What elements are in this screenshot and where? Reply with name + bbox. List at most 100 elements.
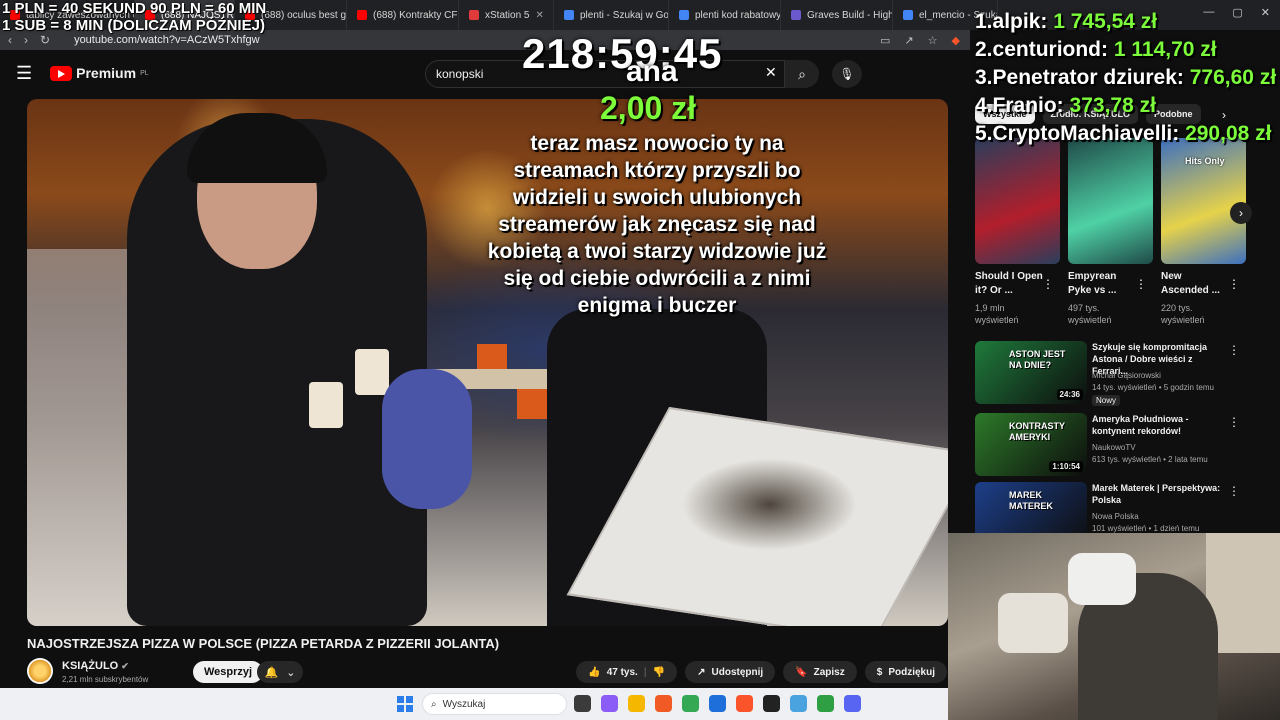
channel-name[interactable]: NaukowoTV xyxy=(1092,443,1136,452)
donor-amount: 290,08 zł xyxy=(1185,122,1272,145)
video-thumbnail[interactable]: KONTRASTY AMERYKI 1:10:54 xyxy=(975,413,1087,476)
top-donor-row: 2.centuriond: 1 114,70 zł xyxy=(975,36,1276,64)
search-button[interactable]: ⌕ xyxy=(785,60,819,88)
donor-rank: 1. xyxy=(975,10,993,33)
tab-favicon-icon xyxy=(357,10,367,20)
video-thumbnail[interactable]: ASTON JEST NA DNIE? 24:36 xyxy=(975,341,1087,404)
youtube-premium-logo[interactable]: Premium PL xyxy=(50,65,149,81)
video-cup xyxy=(309,382,343,428)
windows-start-icon[interactable] xyxy=(397,696,413,712)
webcam-vr-headset xyxy=(1068,553,1136,605)
donor-rank: 3. xyxy=(975,66,993,89)
short-card[interactable]: Should I Open it? Or ... 1,9 mln wyświetl… xyxy=(975,138,1060,326)
notifications-button[interactable]: 🔔 ⌄ xyxy=(257,661,303,683)
voice-search-button[interactable]: 🎙 xyxy=(832,60,862,88)
channel-name[interactable]: Michał Gąsiorowski xyxy=(1092,371,1161,380)
short-title[interactable]: New Ascended ... xyxy=(1161,270,1231,298)
short-card[interactable]: Empyrean Pyke vs ... 497 tys. wyświetleń ⋮ xyxy=(1068,138,1153,326)
reload-icon[interactable]: ↻ xyxy=(40,33,50,47)
taskbar-app-icon[interactable] xyxy=(844,695,861,712)
donor-name: Penetrator dziurek: xyxy=(992,66,1184,89)
tab-favicon-icon xyxy=(791,10,801,20)
overlay-donation-message: teraz masz nowocio ty na streamach którz… xyxy=(487,132,827,317)
taskbar-app-icon[interactable] xyxy=(709,695,726,712)
thumbs-down-icon[interactable]: 👎 xyxy=(653,667,665,678)
overlay-timer: 218:59:45 xyxy=(522,30,723,77)
video-jacket xyxy=(382,369,472,509)
more-options-icon[interactable]: ⋮ xyxy=(1135,277,1147,291)
recommended-video[interactable]: KONTRASTY AMERYKI 1:10:54 Ameryka Południo… xyxy=(975,413,1240,477)
taskbar-app-icon[interactable] xyxy=(790,695,807,712)
top-donor-row: 3.Penetrator dziurek: 776,60 zł xyxy=(975,64,1276,92)
taskbar-app-icon[interactable] xyxy=(628,695,645,712)
video-duration: 1:10:54 xyxy=(1049,461,1083,472)
more-options-icon[interactable]: ⋮ xyxy=(1228,415,1240,429)
bookmark-star-icon[interactable]: ☆ xyxy=(928,34,938,47)
support-button[interactable]: Wesprzyj xyxy=(193,661,264,683)
more-options-icon[interactable]: ⋮ xyxy=(1228,343,1240,357)
more-options-icon[interactable]: ⋮ xyxy=(1228,484,1240,498)
browser-tab[interactable]: (688) Kontrakty CFD -✕ xyxy=(347,0,459,30)
short-title[interactable]: Should I Open it? Or ... xyxy=(975,270,1045,298)
taskbar-app-icon[interactable] xyxy=(601,695,618,712)
short-title[interactable]: Empyrean Pyke vs ... xyxy=(1068,270,1138,298)
taskbar-app-icon[interactable] xyxy=(763,695,780,712)
donor-amount: 1 114,70 zł xyxy=(1113,38,1217,61)
menu-icon[interactable]: ☰ xyxy=(16,63,32,84)
recommended-video[interactable]: ASTON JEST NA DNIE? 24:36 Szykuje się komp… xyxy=(975,341,1240,406)
video-title: NAJOSTRZEJSZA PIZZA W POLSCE (PIZZA PETA… xyxy=(27,636,500,651)
browser-tab[interactable]: xStation 5 ✕ xyxy=(459,0,554,30)
brave-shield-icon[interactable]: ◆ xyxy=(952,34,960,47)
shorts-shelf: Should I Open it? Or ... 1,9 mln wyświetl… xyxy=(975,138,1246,326)
taskbar-search[interactable]: ⌕ Wyszukaj xyxy=(422,693,567,715)
taskbar-app-icon[interactable] xyxy=(574,695,591,712)
taskbar-app-icon[interactable] xyxy=(655,695,672,712)
forward-icon[interactable]: › xyxy=(24,33,28,47)
video-title[interactable]: Marek Materek | Perspektywa: Polska xyxy=(1092,482,1230,506)
short-views: 220 tys. wyświetleń xyxy=(1161,303,1205,325)
share-icon: ↗ xyxy=(697,666,706,678)
more-options-icon[interactable]: ⋮ xyxy=(1228,277,1240,291)
thanks-button[interactable]: $ Podziękuj xyxy=(864,661,947,683)
channel-name-block[interactable]: KSIĄŻULO ✔ xyxy=(62,660,129,672)
share-page-icon[interactable]: ↗ xyxy=(904,34,913,47)
short-thumbnail[interactable] xyxy=(1068,138,1153,264)
taskbar-app-icon[interactable] xyxy=(817,695,834,712)
taskbar-app-icon[interactable] xyxy=(736,695,753,712)
short-thumbnail[interactable]: Hits Only xyxy=(1161,138,1246,264)
save-button[interactable]: 🔖 Zapisz xyxy=(783,661,857,683)
like-count: 47 tys. xyxy=(606,666,638,678)
tab-label: plenti - Szukaj w Goog xyxy=(580,9,669,21)
channel-avatar[interactable] xyxy=(27,658,53,684)
back-icon[interactable]: ‹ xyxy=(8,33,12,47)
video-duration: 24:36 xyxy=(1056,389,1083,400)
donor-name: centuriond: xyxy=(992,38,1109,61)
browser-tab[interactable]: plenti - Szukaj w Goog✕ xyxy=(554,0,669,30)
video-title[interactable]: Ameryka Południowa - kontynent rekordów! xyxy=(1092,413,1230,437)
channel-name[interactable]: KSIĄŻULO xyxy=(62,660,118,672)
thumbs-up-icon: 👍 xyxy=(588,666,601,678)
shorts-next-button[interactable]: › xyxy=(1230,202,1252,224)
short-views: 497 tys. wyświetleń xyxy=(1068,303,1112,325)
tab-close-icon[interactable]: ✕ xyxy=(535,10,543,21)
taskbar-app-icon[interactable] xyxy=(682,695,699,712)
video-meta: 101 wyświetleń • 1 dzień temu xyxy=(1092,524,1200,533)
more-options-icon[interactable]: ⋮ xyxy=(1042,277,1054,291)
share-button[interactable]: ↗ Udostępnij xyxy=(685,661,776,683)
cast-icon[interactable]: ▭ xyxy=(880,34,890,47)
url-field[interactable]: youtube.com/watch?v=ACzW5Txhfgw xyxy=(74,34,260,46)
channel-name[interactable]: Nowa Polska xyxy=(1092,512,1139,521)
pizza-box-print xyxy=(661,447,878,562)
clear-search-icon[interactable]: ✕ xyxy=(765,64,777,81)
share-label: Udostępnij xyxy=(711,666,764,678)
short-card[interactable]: Hits Only New Ascended ... 220 tys. wyświe… xyxy=(1161,138,1246,326)
donor-name: CryptoMachiavelli: xyxy=(992,122,1180,145)
short-thumbnail[interactable] xyxy=(975,138,1060,264)
thumbnail-text: KONTRASTY AMERYKI xyxy=(1009,421,1065,442)
browser-tab[interactable]: plenti kod rabatowy -✕ xyxy=(669,0,781,30)
like-button[interactable]: 👍 47 tys. | 👎 xyxy=(576,661,678,683)
donor-name: alpik: xyxy=(992,10,1048,33)
chevron-down-icon: ⌄ xyxy=(286,666,296,679)
browser-tab[interactable]: Graves Build - Highe✕ xyxy=(781,0,893,30)
webcam-bag xyxy=(998,593,1068,653)
